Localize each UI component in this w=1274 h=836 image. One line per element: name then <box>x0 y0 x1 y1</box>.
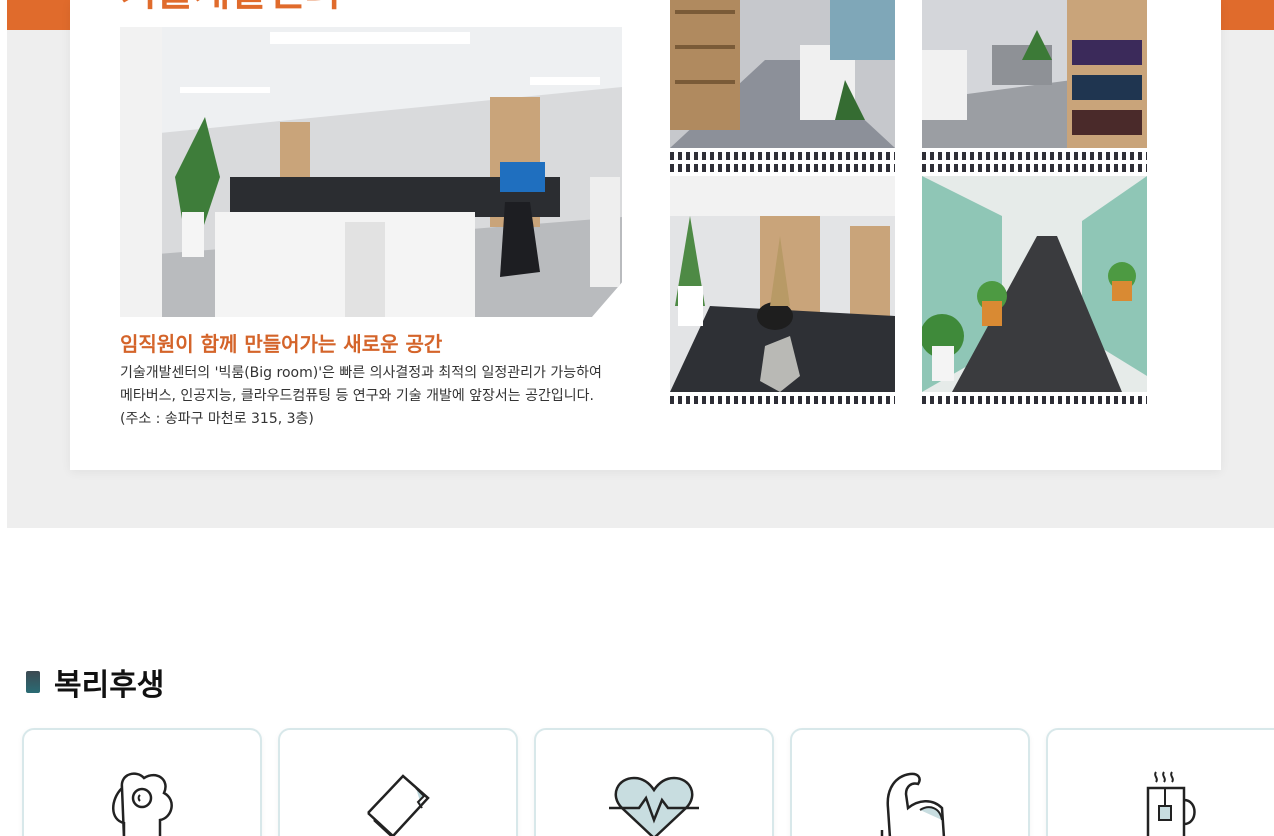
film-photo-2 <box>922 0 1147 408</box>
film-photo-1 <box>670 0 895 408</box>
welfare-card-cafe[interactable] <box>1046 728 1274 836</box>
big-room-main-photo <box>120 27 622 317</box>
film-perforation <box>670 396 895 404</box>
accent-bar-right <box>1215 0 1274 30</box>
section-marker-icon <box>26 671 40 693</box>
description-line: (주소 : 송파구 마천로 315, 3층) <box>120 411 314 427</box>
muscle-arm-icon <box>880 772 946 836</box>
description-line: 메타버스, 인공지능, 클라우드컴퓨팅 등 연구와 기술 개발에 앞장서는 공간… <box>120 388 594 404</box>
office-lobby-map-photo <box>670 176 895 392</box>
feature-description: 기술개발센터의 '빅룸(Big room)'은 빠른 의사결정과 최적의 일정관… <box>120 362 640 431</box>
description-line: 기술개발센터의 '빅룸(Big room)'은 빠른 의사결정과 최적의 일정관… <box>120 365 602 381</box>
book-icon <box>367 774 430 836</box>
heartbeat-icon <box>609 776 699 836</box>
welfare-card-health[interactable] <box>534 728 774 836</box>
welfare-card-education[interactable] <box>278 728 518 836</box>
office-glass-hallway-photo <box>922 176 1147 392</box>
welfare-card-fitness[interactable] <box>790 728 1030 836</box>
office-desks-bookshelf-photo <box>922 0 1147 148</box>
welfare-card-meal[interactable] <box>22 728 262 836</box>
film-perforation <box>922 396 1147 404</box>
film-perforation <box>922 152 1147 160</box>
film-perforation <box>670 164 895 172</box>
feature-subtitle: 임직원이 함께 만들어가는 새로운 공간 <box>120 332 443 356</box>
center-title: 기술개발센터 <box>120 0 341 12</box>
fried-egg-icon <box>112 772 173 836</box>
film-perforation <box>922 164 1147 172</box>
welfare-section-heading: 복리후생 <box>26 660 164 704</box>
accent-bar-left <box>7 0 77 30</box>
office-bookshelf-corridor-photo <box>670 0 895 148</box>
welfare-title: 복리후생 <box>54 668 165 703</box>
coffee-mug-icon <box>1146 771 1196 836</box>
film-perforation <box>670 152 895 160</box>
